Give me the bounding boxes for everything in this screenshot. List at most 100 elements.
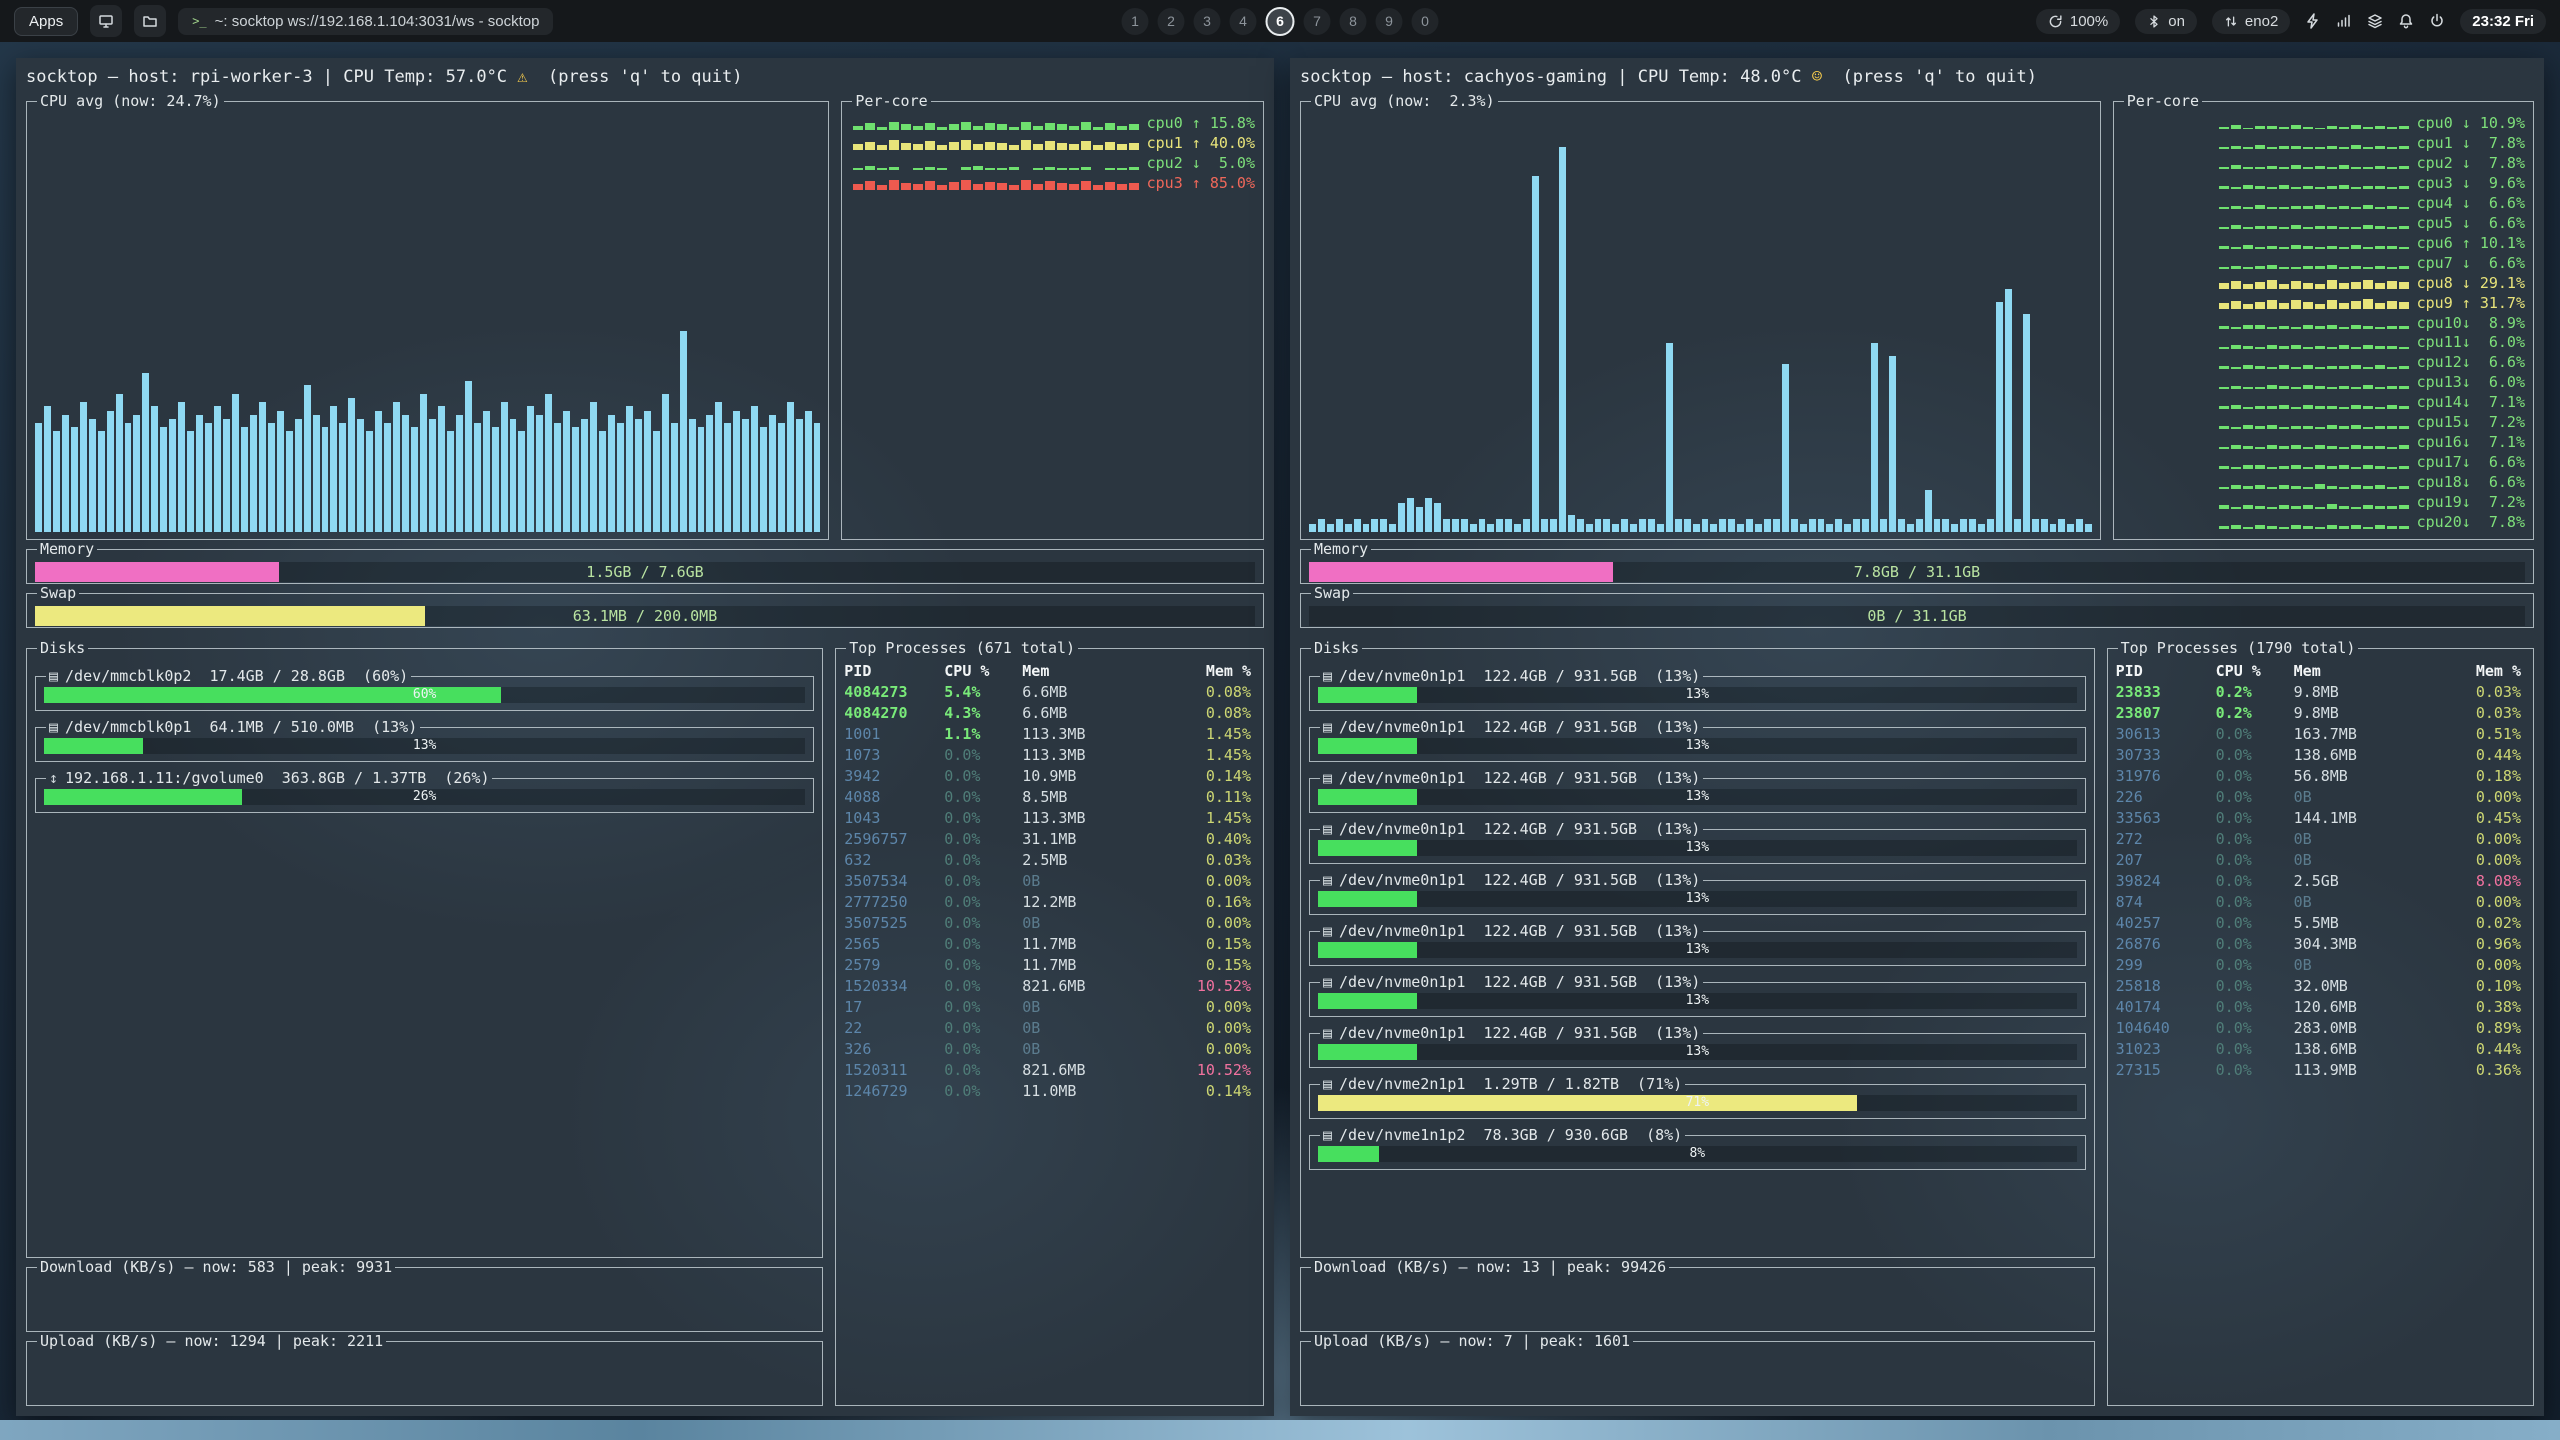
disk-usage-gauge: 71% <box>1318 1095 2077 1111</box>
spark-bar <box>2303 385 2313 389</box>
chart-bar <box>339 423 346 532</box>
update-indicator[interactable]: 100% <box>2036 9 2120 34</box>
workspace-button-3[interactable]: 3 <box>1194 8 1221 35</box>
spark-bar <box>2327 425 2337 429</box>
spark-bar <box>2279 146 2289 149</box>
spark-bar <box>1129 167 1139 169</box>
window-switcher-button[interactable] <box>90 5 122 37</box>
disk-icon: ↕ <box>49 769 58 787</box>
spark-bar <box>853 126 863 130</box>
core-sparkline <box>2122 456 2409 469</box>
core-row: cpu18↓ 6.6% <box>2122 472 2525 492</box>
process-mem: 138.6MB <box>2294 1040 2406 1058</box>
focused-window-tab[interactable]: >_ ~: socktop ws://192.168.1.104:3031/ws… <box>178 8 553 35</box>
spark-bar <box>2339 283 2349 289</box>
terminal-window-rpi-worker-3[interactable]: socktop — host: rpi-worker-3 | CPU Temp:… <box>16 58 1274 1416</box>
spark-bar <box>985 123 995 130</box>
network-interface[interactable]: eno2 <box>2212 9 2290 34</box>
spark-bar <box>2291 345 2301 349</box>
spark-bar <box>2399 326 2409 329</box>
core-row: cpu0 ↑ 15.8% <box>850 113 1255 133</box>
process-mem-pct: 0.96% <box>2406 935 2525 953</box>
spark-bar <box>2231 386 2241 389</box>
workspace-button-4[interactable]: 4 <box>1230 8 1257 35</box>
chart-bar <box>465 381 472 532</box>
layers-icon[interactable] <box>2367 13 2383 29</box>
spark-bar <box>889 167 899 170</box>
workspace-button-6[interactable]: 6 <box>1266 7 1295 36</box>
core-sparkline <box>2122 356 2409 369</box>
spark-bar <box>2303 167 2313 169</box>
spark-bar <box>2279 303 2289 309</box>
process-row: 40842704.3%6.6MB0.08% <box>844 702 1255 723</box>
spark-bar <box>2399 302 2409 310</box>
workspace-button-9[interactable]: 9 <box>1376 8 1403 35</box>
core-label: cpu19↓ 7.2% <box>2417 493 2525 511</box>
spark-bar <box>2303 426 2313 429</box>
disk-name: ▤/dev/nvme0n1p1 122.4GB / 931.5GB (13%) <box>1320 871 1703 889</box>
chart-bar <box>1916 519 1923 532</box>
spark-bar <box>2339 526 2349 528</box>
core-row: cpu10↓ 8.9% <box>2122 313 2525 333</box>
disk-name: ↕192.168.1.11:/gvolume0 363.8GB / 1.37TB… <box>46 769 492 787</box>
spark-bar <box>2327 300 2337 309</box>
spark-bar <box>2315 507 2325 509</box>
spark-bar <box>2255 145 2265 149</box>
spark-bar <box>2375 407 2385 409</box>
signal-strength-icon[interactable] <box>2336 13 2352 29</box>
spark-bar <box>2219 326 2229 329</box>
workspace-button-1[interactable]: 1 <box>1122 8 1149 35</box>
chart-bar <box>330 406 337 532</box>
spark-bar <box>2255 366 2265 369</box>
chart-bar <box>393 402 400 532</box>
spark-bar <box>2303 405 2313 409</box>
chart-bar <box>536 415 543 532</box>
notifications-bell-icon[interactable] <box>2398 13 2414 29</box>
core-sparkline <box>2122 256 2409 269</box>
apps-button[interactable]: Apps <box>14 7 78 36</box>
spark-bar <box>2363 385 2373 389</box>
spark-bar <box>2315 326 2325 329</box>
spark-bar <box>1117 144 1127 150</box>
spark-bar <box>2219 387 2229 389</box>
chart-bar <box>277 411 284 533</box>
power-profile-bolt-icon[interactable] <box>2305 13 2321 29</box>
spark-bar <box>2303 505 2313 508</box>
bluetooth-toggle[interactable]: on <box>2135 9 2197 34</box>
chart-bar <box>698 427 705 532</box>
chart-bar <box>554 423 561 532</box>
chart-bar <box>205 423 212 532</box>
spark-bar <box>2363 280 2373 289</box>
spark-bar <box>2327 265 2337 269</box>
spark-bar <box>2291 525 2301 529</box>
chart-bar <box>1363 524 1370 532</box>
process-pid: 226 <box>2116 788 2216 806</box>
upload-label: Upload (KB/s) — now: 1294 | peak: 2211 <box>37 1332 386 1350</box>
workspace-button-0[interactable]: 0 <box>1412 8 1439 35</box>
chart-bar <box>1853 519 1860 532</box>
files-button[interactable] <box>134 5 166 37</box>
spark-bar <box>2351 301 2361 309</box>
spark-bar <box>2291 267 2301 269</box>
spark-bar <box>2279 446 2289 448</box>
spark-bar <box>2351 347 2361 349</box>
spark-bar <box>2315 205 2325 209</box>
spark-bar <box>1105 168 1115 170</box>
upload-panel: Upload (KB/s) — now: 7 | peak: 1601 <box>1300 1332 2095 1406</box>
process-mem: 163.7MB <box>2294 725 2406 743</box>
power-icon[interactable] <box>2429 13 2445 29</box>
disk-item: ▤/dev/nvme0n1p1 122.4GB / 931.5GB (13%)1… <box>1309 667 2086 711</box>
spark-bar <box>1069 144 1079 149</box>
terminal-window-cachyos-gaming[interactable]: socktop — host: cachyos-gaming | CPU Tem… <box>1290 58 2544 1416</box>
spark-bar <box>2315 166 2325 169</box>
workspace-button-8[interactable]: 8 <box>1340 8 1367 35</box>
clock[interactable]: 23:32 Fri <box>2460 9 2546 34</box>
process-mem: 113.3MB <box>1022 746 1134 764</box>
workspace-button-2[interactable]: 2 <box>1158 8 1185 35</box>
workspace-button-7[interactable]: 7 <box>1304 8 1331 35</box>
spark-bar <box>2363 247 2373 250</box>
chart-bar <box>563 411 570 533</box>
process-mem: 8.5MB <box>1022 788 1134 806</box>
chart-bar <box>510 419 517 532</box>
spark-bar <box>2339 327 2349 329</box>
